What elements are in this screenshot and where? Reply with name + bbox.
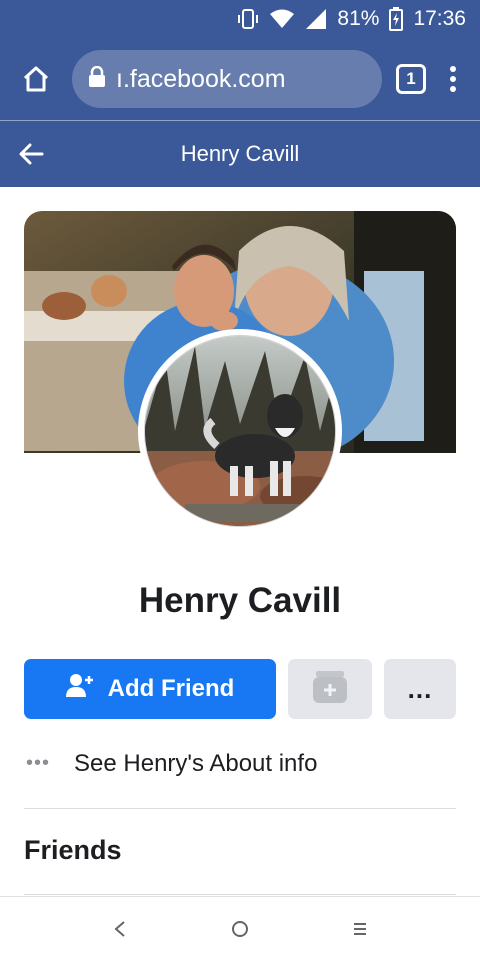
home-icon[interactable]: [14, 57, 58, 101]
android-nav-bar: [0, 896, 480, 960]
battery-percent: 81%: [337, 7, 380, 30]
more-options-button[interactable]: ...: [384, 659, 456, 719]
add-friend-label: Add Friend: [107, 675, 235, 702]
profile-actions: Add Friend ...: [24, 659, 456, 719]
profile-picture-frame: [138, 329, 342, 533]
about-info-label: See Henry's About info: [74, 749, 318, 777]
back-nav-icon[interactable]: [105, 914, 135, 944]
lock-icon: [88, 65, 106, 93]
recents-nav-icon[interactable]: [345, 914, 375, 944]
messenger-disabled-icon: [311, 669, 349, 710]
friends-divider: [24, 894, 456, 895]
browser-toolbar: ı.facebook.com 1: [0, 38, 480, 120]
about-info-link[interactable]: ••• See Henry's About info: [24, 719, 456, 809]
signal-icon: [305, 8, 327, 30]
profile-section: Henry Cavill Add Friend ... ••• See Henr…: [0, 187, 480, 895]
add-friend-button[interactable]: Add Friend: [24, 659, 276, 719]
add-person-icon: [65, 673, 94, 706]
status-time: 17:36: [413, 7, 466, 30]
page-header-title: Henry Cavill: [180, 141, 300, 166]
address-bar[interactable]: ı.facebook.com: [72, 50, 382, 108]
vibrate-icon: [237, 8, 259, 30]
overflow-menu-icon[interactable]: [440, 59, 466, 99]
about-dots-icon: •••: [26, 752, 51, 774]
page-header: Henry Cavill: [0, 121, 480, 187]
wifi-icon: [269, 8, 295, 30]
friends-heading: Friends: [24, 835, 122, 865]
home-nav-icon[interactable]: [225, 914, 255, 944]
tabs-icon[interactable]: 1: [396, 64, 426, 94]
back-arrow-icon[interactable]: [16, 139, 46, 169]
status-bar: 81% 17:36: [0, 0, 480, 38]
message-button[interactable]: [288, 659, 372, 719]
top-chrome: 81% 17:36 ı.facebook.com 1 Henry Cavill: [0, 0, 480, 187]
profile-name: Henry Cavill: [138, 581, 342, 620]
url-text: ı.facebook.com: [116, 64, 286, 93]
profile-picture[interactable]: [144, 335, 336, 527]
battery-charging-icon: [389, 7, 404, 31]
